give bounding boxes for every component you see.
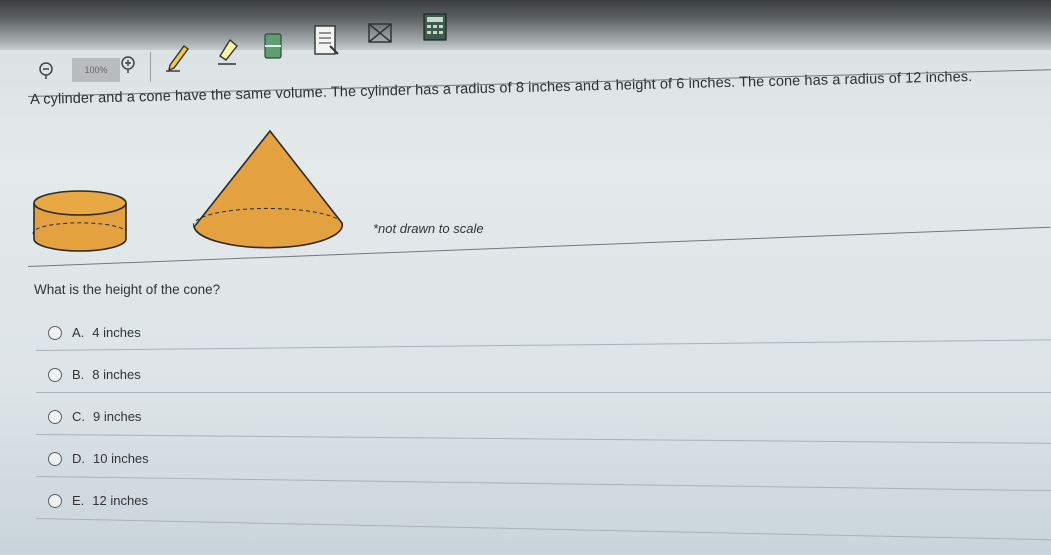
choice-separator (35, 476, 1051, 492)
choice-a[interactable]: A. 4 inches (48, 325, 141, 340)
toolbar-separator (150, 52, 151, 82)
choice-letter: E. (72, 493, 85, 508)
radio-button[interactable] (48, 493, 62, 508)
choice-c[interactable]: C. 9 inches (48, 409, 141, 424)
choice-separator (36, 339, 1051, 351)
question-stem: A cylinder and a cone have the same volu… (30, 68, 973, 108)
choice-separator (35, 518, 1051, 541)
choice-text: 9 inches (93, 409, 142, 424)
figure (30, 125, 370, 270)
choice-letter: D. (72, 451, 85, 466)
question-prompt: What is the height of the cone? (34, 282, 221, 297)
cylinder-and-cone-figure (32, 129, 344, 252)
pencil-icon[interactable] (164, 44, 190, 72)
top-bar (0, 0, 1051, 50)
choice-letter: B. (72, 367, 85, 382)
choice-letter: A. (72, 325, 85, 340)
choice-e[interactable]: E. 12 inches (48, 493, 148, 508)
highlighter-icon[interactable] (212, 38, 240, 68)
choice-text: 10 inches (93, 451, 149, 466)
choice-separator (35, 434, 1051, 444)
notepad-icon[interactable] (312, 24, 340, 58)
zoom-level: 100% (72, 58, 120, 82)
cylinder-shape (32, 190, 127, 252)
eraser-icon[interactable] (262, 32, 284, 62)
choice-text: 12 inches (92, 493, 148, 508)
radio-button[interactable] (48, 325, 62, 340)
radio-button[interactable] (48, 451, 62, 466)
choice-text: 4 inches (92, 325, 141, 340)
zoom-in-icon[interactable] (120, 56, 136, 74)
cone-shape (192, 129, 344, 249)
answer-eliminator-icon[interactable] (366, 20, 396, 48)
choice-letter: C. (72, 409, 85, 424)
choice-text: 8 inches (92, 367, 141, 382)
choice-separator (36, 392, 1051, 393)
figure-scale-note: *not drawn to scale (373, 221, 484, 236)
choice-d[interactable]: D. 10 inches (48, 451, 149, 466)
choice-b[interactable]: B. 8 inches (48, 367, 141, 382)
zoom-out-icon[interactable] (38, 62, 54, 80)
radio-button[interactable] (48, 409, 62, 424)
radio-button[interactable] (48, 367, 62, 382)
calculator-icon[interactable] (422, 12, 448, 42)
